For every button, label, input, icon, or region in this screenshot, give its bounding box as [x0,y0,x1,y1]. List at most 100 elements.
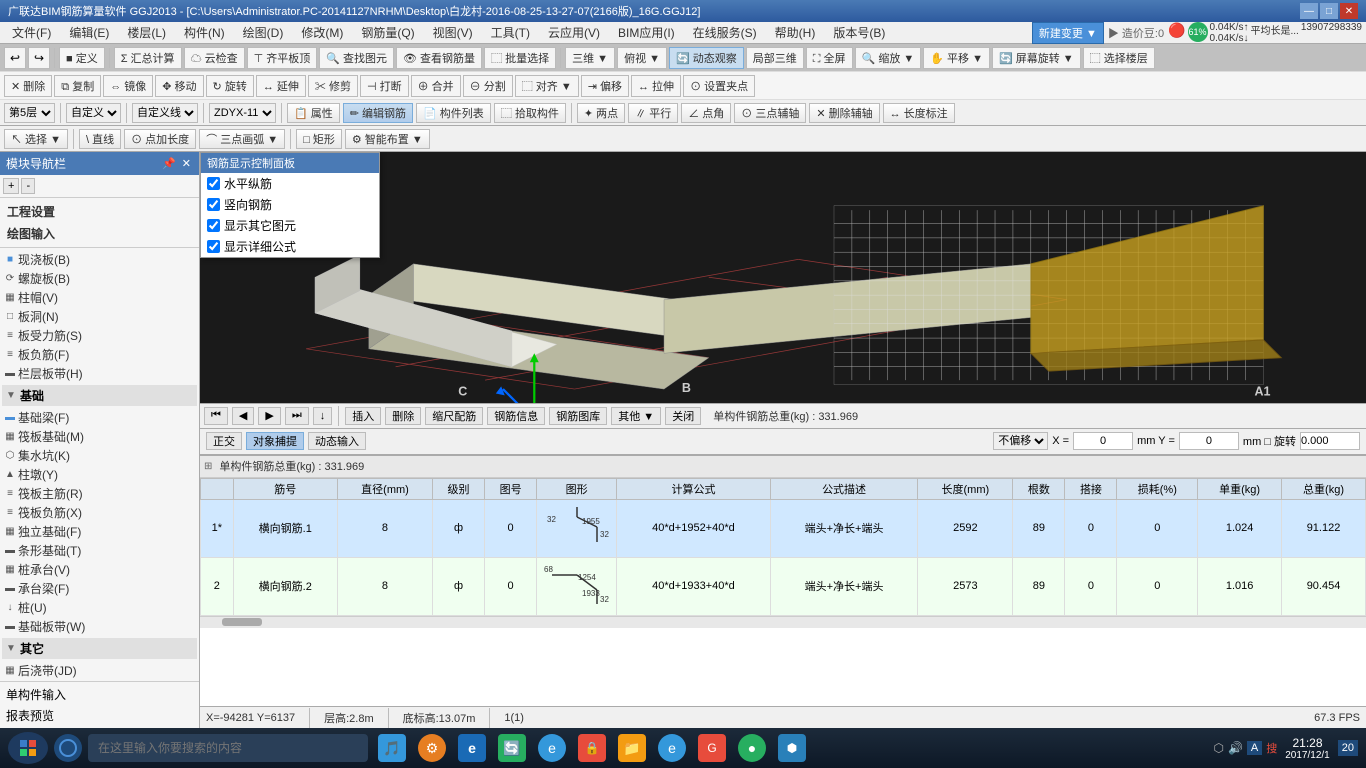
single-comp-btn[interactable]: 单构件输入 [4,684,195,705]
rebar-info-btn[interactable]: 钢筋信息 [487,407,545,425]
point-length-btn[interactable]: ⊙ 点加长度 [124,129,196,149]
tree-spiral-slab[interactable]: ⟳ 螺旋板(B) [2,269,197,288]
line-name-select[interactable]: ZDYX-11 [209,103,276,123]
panel-pin-btn[interactable]: 📌 [160,157,178,170]
mirror-btn[interactable]: ⇔ 镜像 [103,75,153,97]
sum-calc-btn[interactable]: Σ 汇总计算 [114,47,182,69]
undo-btn[interactable]: ↩ [4,47,26,69]
panel-add-btn[interactable]: + [3,178,19,194]
menu-bim[interactable]: BIM应用(I) [610,22,683,43]
table-scroll[interactable]: 筋号 直径(mm) 级别 图号 图形 计算公式 公式描述 长度(mm) 根数 搭… [200,478,1366,616]
parallel-btn[interactable]: ∥ 平行 [628,103,678,123]
taskbar-icon-6[interactable]: 📁 [614,730,650,766]
close-button[interactable]: ✕ [1340,3,1358,19]
set-grip-btn[interactable]: ⊙ 设置夹点 [683,75,755,97]
three-point-axis-btn[interactable]: ⊙ 三点辅轴 [734,103,806,123]
horiz-checkbox[interactable] [207,177,220,190]
copy-btn[interactable]: ⧉ 复制 [54,75,101,97]
nav-prev-btn[interactable]: ◀ [232,407,254,425]
tree-section-foundation[interactable]: ▼ 基础 [2,385,197,406]
rect-btn[interactable]: □ 矩形 [296,129,342,149]
break-btn[interactable]: ⊣ 打断 [360,75,409,97]
rotate-btn[interactable]: ↻ 旋转 [206,75,254,97]
props-btn[interactable]: 📋 属性 [287,103,340,123]
other-checkbox[interactable] [207,219,220,232]
nav-last-btn[interactable]: ⏭ [285,407,309,425]
point-angle-btn[interactable]: ∠ 点角 [681,103,731,123]
nav-first-btn[interactable]: ⏮ [204,407,228,425]
taskbar-icon-10[interactable]: ⬢ [774,730,810,766]
select-btn[interactable]: ↖ 选择 ▼ [4,129,68,149]
menu-help[interactable]: 帮助(H) [767,22,824,43]
tree-slab[interactable]: ■ 现浇板(B) [2,250,197,269]
rebar-lib-btn[interactable]: 钢筋图库 [549,407,607,425]
tree-col-pier[interactable]: ▲ 柱墩(Y) [2,465,197,484]
menu-floor[interactable]: 楼层(L) [119,22,174,43]
tree-strip-found[interactable]: ▬ 条形基础(T) [2,541,197,560]
comp-list-btn[interactable]: 📄 构件列表 [416,103,491,123]
taskbar-icon-7[interactable]: e [654,730,690,766]
insert-btn[interactable]: 插入 [345,407,381,425]
check-vert[interactable]: 竖向钢筋 [201,194,379,215]
taskbar-ie-icon[interactable]: e [454,730,490,766]
align-btn[interactable]: ⬚ 对齐 ▼ [515,75,579,97]
tree-slab-rebar[interactable]: ≡ 板受力筋(S) [2,326,197,345]
check-formula[interactable]: 显示详细公式 [201,236,379,257]
menu-rebar[interactable]: 钢筋量(Q) [353,22,422,43]
taskbar-icon-4[interactable]: e [534,730,570,766]
start-button[interactable] [8,732,48,764]
pick-comp-btn[interactable]: ⬚ 拾取构件 [494,103,566,123]
tree-pile-cap-t[interactable]: ▦ 桩承台(V) [2,560,197,579]
level-top-btn[interactable]: ⊤ 齐平板顶 [247,47,318,69]
select-floor-btn[interactable]: ⬚ 选择楼层 [1083,47,1155,69]
menu-edit[interactable]: 编辑(E) [61,22,117,43]
edit-rebar-btn[interactable]: ✏ 编辑钢筋 [343,103,413,123]
snap-obj-btn[interactable]: 对象捕提 [246,432,304,450]
two-point-btn[interactable]: ✦ 两点 [577,103,625,123]
3d-btn[interactable]: 三维 ▼ [565,47,615,69]
minimize-button[interactable]: — [1300,3,1318,19]
tree-raft-main[interactable]: ≡ 筏板主筋(R) [2,484,197,503]
menu-view[interactable]: 视图(V) [425,22,481,43]
tree-raft-neg[interactable]: ≡ 筏板负筋(X) [2,503,197,522]
menu-component[interactable]: 构件(N) [176,22,233,43]
table-row[interactable]: 1* 横向钢筋.1 8 ф 0 [201,499,1366,557]
top-view-btn[interactable]: 俯视 ▼ [617,47,667,69]
component-select[interactable]: 自定义 [66,103,121,123]
scale-btn[interactable]: 缩尺配筋 [425,407,483,425]
ortho-btn[interactable]: 正交 [206,432,242,450]
split-btn[interactable]: ⊖ 分割 [463,75,513,97]
close-panel-btn[interactable]: 关闭 [665,407,701,425]
clock[interactable]: 21:28 2017/12/1 [1285,736,1330,761]
tree-neg-rebar[interactable]: ≡ 板负筋(F) [2,345,197,364]
tree-raft[interactable]: ▦ 筏板基础(M) [2,427,197,446]
delete-btn[interactable]: ✕ 删除 [4,75,52,97]
tree-found-band[interactable]: ▬ 基础板带(W) [2,617,197,636]
pan-btn[interactable]: ✋ 平移 ▼ [923,47,990,69]
check-other[interactable]: 显示其它图元 [201,215,379,236]
new-change-btn[interactable]: 新建变更 ▼ [1032,22,1104,44]
tree-pile[interactable]: ↓ 桩(U) [2,598,197,617]
x-input[interactable] [1073,432,1133,450]
menu-tools[interactable]: 工具(T) [483,22,538,43]
del-axis-btn[interactable]: ✕ 删除辅轴 [809,103,879,123]
tree-section-draw[interactable]: 绘图输入 [3,223,196,244]
rotate-input[interactable] [1300,432,1360,450]
menu-modify[interactable]: 修改(M) [293,22,351,43]
dynamic-view-btn[interactable]: 🔄 动态观察 [669,47,744,69]
taskbar-icon-5[interactable]: 🔒 [574,730,610,766]
scrollbar-h[interactable] [200,616,1366,628]
line-btn[interactable]: \ 直线 [79,129,121,149]
screen-rotate-btn[interactable]: 🔄 屏幕旋转 ▼ [992,47,1081,69]
offset-btn[interactable]: ⇥ 偏移 [581,75,629,97]
formula-checkbox[interactable] [207,240,220,253]
vert-checkbox[interactable] [207,198,220,211]
taskbar-search[interactable] [88,734,368,762]
line-type-select[interactable]: 自定义线 [132,103,198,123]
move-btn[interactable]: ✥ 移动 [155,75,203,97]
nav-down-btn[interactable]: ↓ [313,407,333,425]
tree-sump[interactable]: ⬡ 集水坑(K) [2,446,197,465]
tree-cap-beam[interactable]: ▬ 承台梁(F) [2,579,197,598]
taskbar-icon-2[interactable]: ⚙ [414,730,450,766]
length-mark-btn[interactable]: ↔ 长度标注 [883,103,955,123]
